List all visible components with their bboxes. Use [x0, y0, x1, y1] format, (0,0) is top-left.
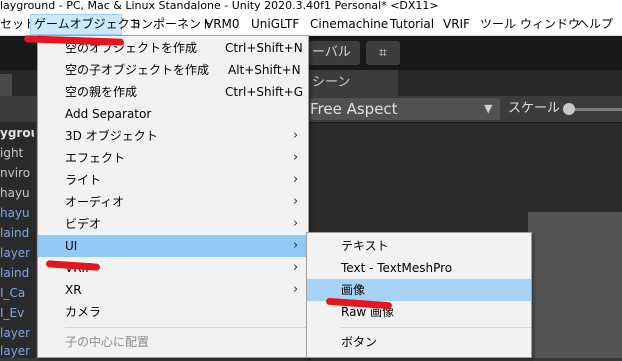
menu-item-label: 画像 [341, 283, 366, 297]
menu-item-light[interactable]: ライト › [38, 169, 308, 191]
hierarchy-row[interactable]: layer [0, 342, 34, 361]
hierarchy-row[interactable]: laind [0, 224, 34, 243]
hierarchy-row[interactable]: nviro [0, 164, 34, 183]
menu-item-shortcut: Alt+Shift+N [228, 63, 301, 77]
menu-vrm0[interactable]: VRM0 [205, 14, 240, 35]
menu-help[interactable]: ヘルプ [577, 14, 613, 35]
scale-slider-handle[interactable] [563, 103, 575, 115]
menu-unigltf[interactable]: UniGLTF [251, 14, 299, 35]
hierarchy-row[interactable]: I_Ca [0, 284, 34, 303]
hierarchy-row[interactable]: layer [0, 324, 34, 343]
menu-item-xr[interactable]: XR › [38, 279, 308, 301]
menu-window[interactable]: ウィンドウ [520, 14, 580, 35]
game-object-menu: 空のオブジェクトを作成 Ctrl+Shift+N 空の子オブジェクトを作成 Al… [37, 35, 309, 358]
hierarchy-panel: ygrou ight nviro hayu hayu laind layer l… [0, 122, 36, 358]
toolbar-global-button[interactable]: ーバル [308, 41, 360, 65]
menu-item-label: UI [65, 239, 78, 253]
ui-submenu: テキスト Text - TextMeshPro 画像 Raw 画像 ボタン [306, 232, 532, 358]
menu-item-camera[interactable]: カメラ [38, 301, 308, 323]
menu-bar: セット ゲームオブジェクト コンポーネント VRM0 UniGLTF Cinem… [0, 14, 622, 36]
menu-item-label: Add Separator [65, 107, 152, 121]
chevron-right-icon: › [293, 282, 299, 297]
chevron-right-icon: › [293, 128, 299, 143]
submenu-item-image[interactable]: 画像 [307, 279, 531, 301]
hierarchy-row[interactable]: ight [0, 144, 34, 163]
submenu-item-textmeshpro[interactable]: Text - TextMeshPro [307, 257, 531, 279]
menu-item-effects[interactable]: エフェクト › [38, 147, 308, 169]
submenu-item-button[interactable]: ボタン [307, 331, 531, 353]
menu-item-label: エフェクト [65, 151, 126, 165]
menu-item-audio[interactable]: オーディオ › [38, 191, 308, 213]
menu-item-add-separator[interactable]: Add Separator [38, 103, 308, 125]
menu-asset[interactable]: セット [0, 14, 36, 35]
menu-item-label: ライト [65, 173, 102, 187]
chevron-right-icon: › [293, 172, 299, 187]
chevron-right-icon: › [293, 150, 299, 165]
menu-cinemachine[interactable]: Cinemachine [310, 14, 388, 35]
chevron-down-icon: ▼ [484, 102, 493, 115]
scale-label: スケール [508, 101, 561, 116]
submenu-item-text[interactable]: テキスト [307, 235, 531, 257]
menu-item-label: Text - TextMeshPro [341, 261, 453, 275]
hierarchy-row[interactable]: hayu [0, 184, 34, 203]
menu-item-label: 空の親を作成 [65, 85, 138, 99]
menu-item-3d-object[interactable]: 3D オブジェクト › [38, 125, 308, 147]
game-view-render [528, 212, 622, 358]
chevron-right-icon: › [293, 194, 299, 209]
hierarchy-tab[interactable] [0, 74, 12, 96]
chevron-right-icon: › [293, 260, 299, 275]
menu-separator [65, 327, 308, 328]
hierarchy-row[interactable]: I_Ev [0, 304, 34, 323]
menu-separator [341, 327, 531, 328]
aspect-dropdown-label: Free Aspect [310, 100, 398, 118]
chevron-right-icon: › [293, 216, 299, 231]
menu-item-create-empty-child[interactable]: 空の子オブジェクトを作成 Alt+Shift+N [38, 59, 308, 81]
chevron-right-icon: › [293, 238, 299, 253]
hierarchy-row[interactable]: ygrou [0, 124, 34, 143]
menu-item-shortcut: Ctrl+Shift+N [225, 41, 303, 55]
window-title: layground - PC, Mac & Linux Standalone -… [0, 0, 622, 14]
menu-item-label: 3D オブジェクト [65, 129, 158, 143]
menu-tutorial[interactable]: Tutorial [390, 14, 434, 35]
menu-item-video[interactable]: ビデオ › [38, 213, 308, 235]
menu-game-object[interactable]: ゲームオブジェクト [30, 14, 142, 35]
hierarchy-row[interactable]: layer [0, 244, 34, 263]
menu-item-label: ボタン [341, 335, 378, 349]
menu-item-shortcut: Ctrl+Shift+G [225, 85, 304, 99]
menu-item-label: 空の子オブジェクトを作成 [65, 63, 210, 77]
menu-item-label: テキスト [341, 239, 389, 253]
menu-component[interactable]: コンポーネント [129, 14, 213, 35]
grid-snap-icon[interactable]: ⌗ [366, 41, 400, 65]
menu-item-create-empty-parent[interactable]: 空の親を作成 Ctrl+Shift+G [38, 81, 308, 103]
menu-item-label: カメラ [65, 305, 102, 319]
menu-tools[interactable]: ツール [480, 14, 516, 35]
menu-item-label: ビデオ [65, 217, 102, 231]
menu-item-label: XR [65, 283, 82, 297]
hierarchy-row[interactable]: laind [0, 264, 34, 283]
menu-vrif[interactable]: VRIF [443, 14, 470, 35]
menu-item-label: 子の中心に配置 [65, 335, 150, 349]
hierarchy-row[interactable]: hayu [0, 204, 34, 223]
menu-item-ui[interactable]: UI › [38, 235, 308, 257]
menu-item-label: オーディオ [65, 195, 125, 209]
menu-item-center-on-children: 子の中心に配置 [38, 331, 308, 353]
tab-scene[interactable]: シーン [312, 70, 350, 96]
